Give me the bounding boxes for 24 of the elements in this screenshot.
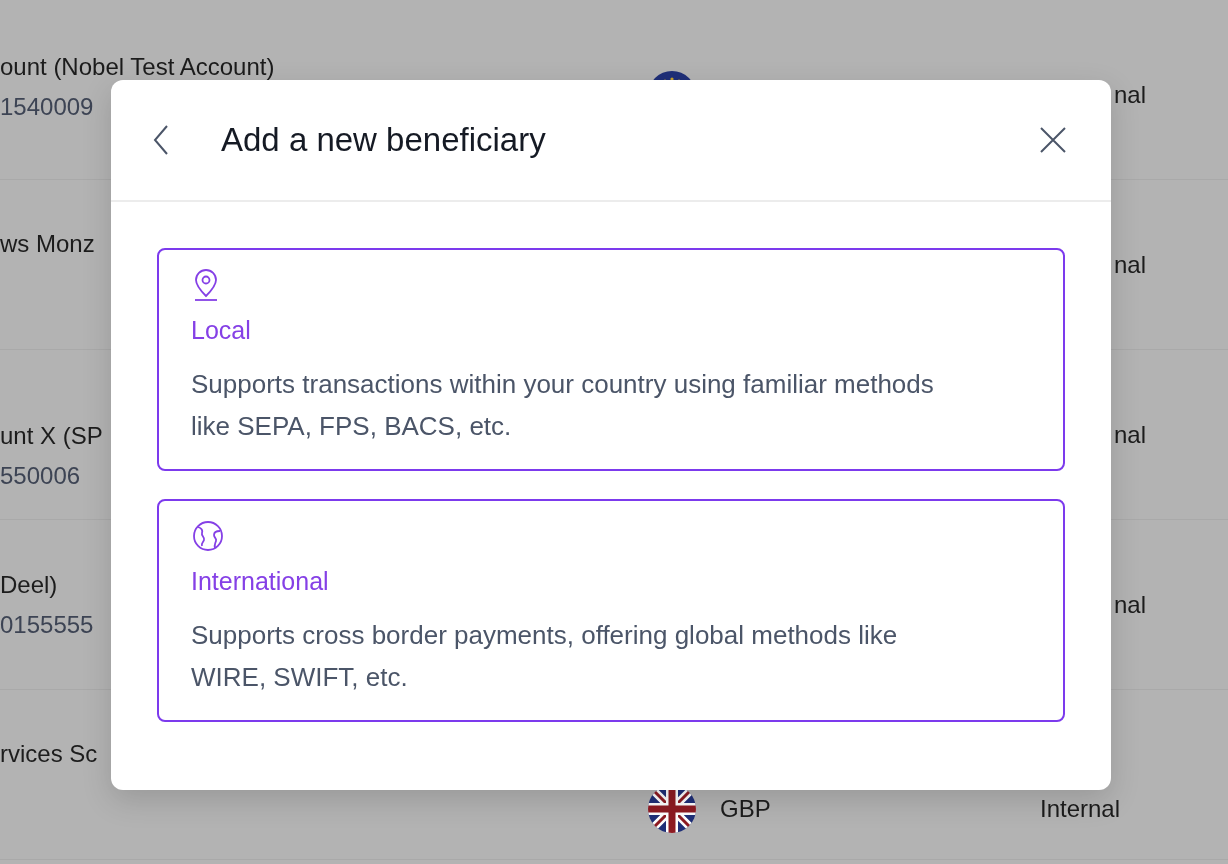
- option-card[interactable]: International Supports cross border payments, offering global methods like WIRE, SWIFT, etc.: [157, 499, 1065, 722]
- option-card[interactable]: Local Supports transactions within your country using familiar methods like SEPA, FPS, BACS, etc.: [157, 248, 1065, 471]
- currency-text: GBP: [720, 794, 771, 823]
- account-number: 550006: [0, 461, 81, 490]
- dialog-title: Add a new beneficiary: [221, 121, 547, 159]
- type-text: nal: [1114, 590, 1147, 619]
- account-name: Deel): [0, 570, 58, 599]
- type-text: nal: [1114, 250, 1147, 279]
- back-button[interactable]: [151, 124, 171, 156]
- account-number: 0155555: [0, 610, 94, 639]
- account-name: ws Monz: [0, 229, 95, 258]
- account-name: rvices Sc: [0, 739, 98, 768]
- type-text: nal: [1114, 420, 1147, 449]
- globe-icon: [191, 519, 225, 553]
- option-title: International: [191, 567, 329, 596]
- option-title: Local: [191, 316, 251, 345]
- close-button[interactable]: [1039, 126, 1067, 154]
- account-name: unt X (SP: [0, 421, 103, 450]
- type-text: Internal: [1040, 794, 1121, 823]
- account-number: 1540009: [0, 92, 94, 121]
- option-description: Supports cross border payments, offering global methods like WIRE, SWIFT, etc.: [191, 619, 899, 694]
- type-text: nal: [1114, 80, 1147, 109]
- option-description: Supports transactions within your country using familiar methods like SEPA, FPS, BACS, etc.: [191, 368, 935, 443]
- account-name: ount (Nobel Test Account): [0, 52, 275, 81]
